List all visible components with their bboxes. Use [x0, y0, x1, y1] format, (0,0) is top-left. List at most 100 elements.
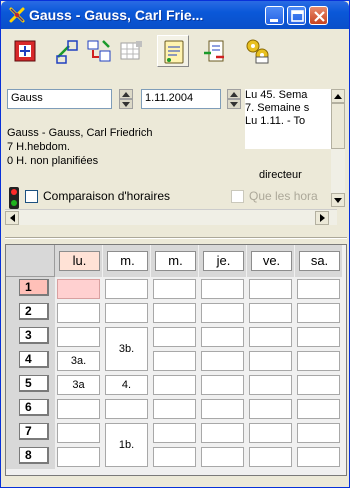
timetable-cell[interactable]: [201, 279, 244, 299]
grid-disabled-button[interactable]: [115, 35, 147, 67]
scroll-right-icon[interactable]: [315, 211, 329, 225]
vertical-scrollbar[interactable]: [331, 89, 345, 207]
list-item[interactable]: Lu 1.11. - To: [245, 115, 345, 128]
timetable-cell[interactable]: [249, 351, 292, 371]
close-icon: [314, 11, 325, 22]
timetable-cell[interactable]: [297, 423, 340, 443]
day-header[interactable]: m.: [151, 245, 198, 277]
timetable-cell[interactable]: [105, 399, 148, 419]
timetable-cell[interactable]: [249, 447, 292, 467]
timetable-cell[interactable]: [249, 375, 292, 395]
timetable-cell[interactable]: [297, 447, 340, 467]
compare-checkbox[interactable]: [25, 190, 38, 203]
list-item[interactable]: Lu 45. Sema: [245, 89, 345, 102]
scroll-thumb[interactable]: [331, 103, 345, 149]
timetable-cell[interactable]: [249, 303, 292, 323]
day-header[interactable]: m.: [103, 245, 150, 277]
day-header[interactable]: ve.: [247, 245, 294, 277]
timetable-cell[interactable]: [297, 375, 340, 395]
period-header[interactable]: 6: [6, 397, 55, 421]
timetable-cell[interactable]: [201, 303, 244, 323]
title-bar[interactable]: Gauss - Gauss, Carl Frie...: [1, 1, 349, 29]
period-header[interactable]: 5: [6, 373, 55, 397]
lesson-label: 3a.: [70, 355, 87, 367]
lesson-block[interactable]: 3a: [57, 375, 100, 395]
period-header[interactable]: 8: [6, 445, 55, 469]
week-list[interactable]: Lu 45. Sema 7. Semaine s Lu 1.11. - To: [245, 89, 345, 149]
scroll-left-icon[interactable]: [5, 211, 19, 225]
day-header[interactable]: lu.: [55, 245, 102, 277]
timetable-cell[interactable]: [105, 279, 148, 299]
scroll-down-icon[interactable]: [331, 193, 345, 207]
date-spinner[interactable]: [227, 89, 241, 109]
timetable-cell[interactable]: [105, 303, 148, 323]
timetable-cell[interactable]: [249, 423, 292, 443]
spin-up-icon[interactable]: [227, 89, 241, 99]
divider: [5, 237, 347, 239]
period-header[interactable]: 4: [6, 349, 55, 373]
lesson-block[interactable]: 3b.: [105, 327, 148, 371]
timetable-cell[interactable]: [153, 279, 196, 299]
teacher-spinner[interactable]: [119, 89, 133, 109]
timetable-cell[interactable]: [153, 327, 196, 347]
period-header[interactable]: 2: [6, 301, 55, 325]
day-header[interactable]: je.: [199, 245, 246, 277]
minimize-button[interactable]: [265, 6, 284, 25]
maximize-button[interactable]: [287, 6, 306, 25]
move-button[interactable]: [9, 35, 41, 67]
lesson-label: 4.: [121, 379, 132, 391]
split-button[interactable]: [51, 35, 83, 67]
timetable-cell[interactable]: [249, 399, 292, 419]
timetable-cell[interactable]: [57, 399, 100, 419]
scroll-up-icon[interactable]: [331, 89, 345, 103]
transfer-button[interactable]: [83, 35, 115, 67]
timetable-cell[interactable]: [153, 423, 196, 443]
period-header[interactable]: 1: [6, 277, 55, 301]
timetable-cell[interactable]: [57, 303, 100, 323]
spin-down-icon[interactable]: [227, 99, 241, 109]
period-number: 3: [19, 327, 49, 344]
timetable-cell[interactable]: [153, 447, 196, 467]
timetable-cell[interactable]: [153, 351, 196, 371]
close-button[interactable]: [309, 6, 328, 25]
timetable-cell[interactable]: [153, 375, 196, 395]
horizontal-scrollbar[interactable]: [5, 209, 337, 225]
timetable-cell[interactable]: [57, 447, 100, 467]
timetable-cell[interactable]: [153, 303, 196, 323]
period-number: 6: [19, 399, 49, 416]
timetable-cell[interactable]: [297, 327, 340, 347]
list-item[interactable]: 7. Semaine s: [245, 102, 345, 115]
timetable-cell[interactable]: [153, 399, 196, 419]
timetable-cell[interactable]: [297, 279, 340, 299]
timetable-cell[interactable]: [201, 447, 244, 467]
notes-button[interactable]: [157, 35, 189, 67]
timetable-cell[interactable]: [249, 279, 292, 299]
teacher-field[interactable]: Gauss: [7, 89, 112, 109]
date-field[interactable]: 1.11.2004: [141, 89, 221, 109]
timetable-cell[interactable]: [297, 399, 340, 419]
timetable-cell[interactable]: [297, 351, 340, 371]
lesson-block[interactable]: 4.: [105, 375, 148, 395]
spin-up-icon[interactable]: [119, 89, 133, 99]
timetable-cell[interactable]: [57, 423, 100, 443]
timetable-cell[interactable]: [201, 399, 244, 419]
timetable-cell[interactable]: [249, 327, 292, 347]
timetable-cell[interactable]: [201, 423, 244, 443]
timetable-cell[interactable]: [297, 303, 340, 323]
timetable-cell[interactable]: [201, 351, 244, 371]
timetable-cell[interactable]: [201, 327, 244, 347]
period-header[interactable]: 3: [6, 325, 55, 349]
timetable-cell[interactable]: [57, 279, 100, 299]
gears-button[interactable]: [241, 35, 273, 67]
lesson-block[interactable]: 3a.: [57, 351, 100, 371]
day-header[interactable]: sa.: [295, 245, 342, 277]
only-checkbox[interactable]: [231, 190, 244, 203]
swap-button[interactable]: [199, 35, 231, 67]
timetable-cell[interactable]: [201, 375, 244, 395]
day-label: m.: [107, 251, 148, 271]
timetable-cell[interactable]: [57, 327, 100, 347]
compare-label[interactable]: Comparaison d'horaires: [43, 189, 170, 203]
lesson-block[interactable]: 1b.: [105, 423, 148, 467]
spin-down-icon[interactable]: [119, 99, 133, 109]
period-header[interactable]: 7: [6, 421, 55, 445]
